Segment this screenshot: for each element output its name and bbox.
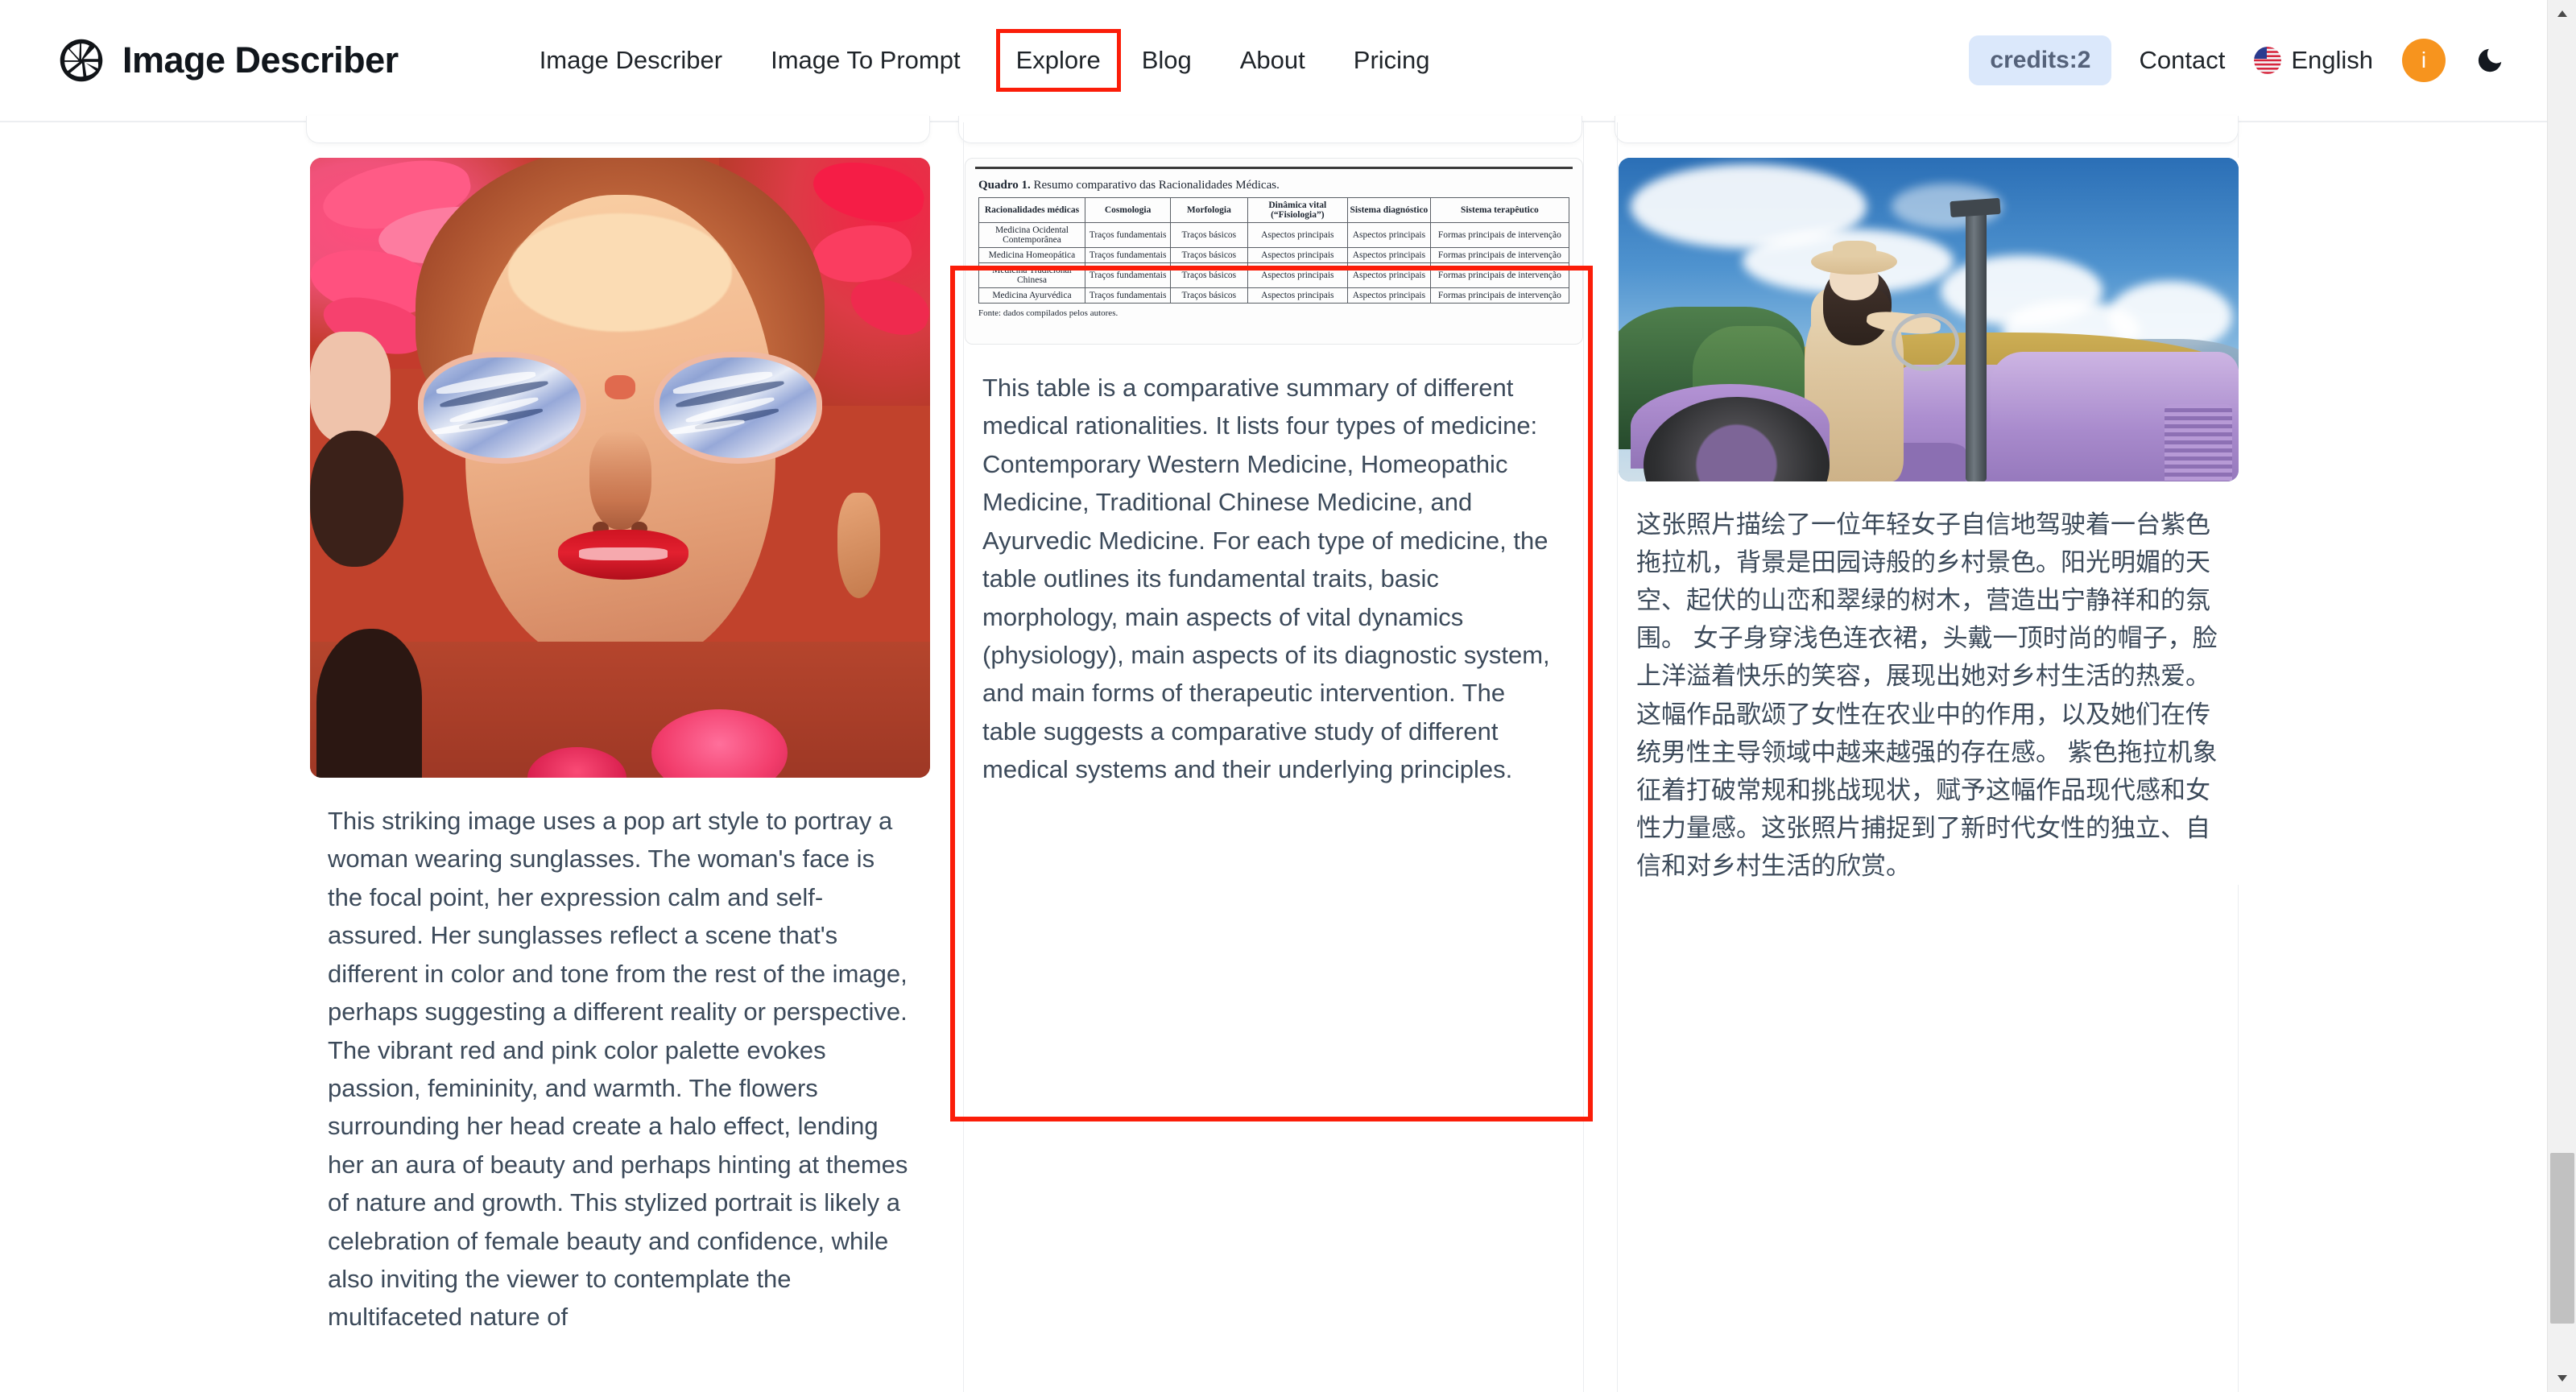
- table-cell: Formas principais de intervenção: [1429, 222, 1570, 248]
- table-cell: Aspectos principais: [1347, 222, 1431, 248]
- table-cell: Traços básicos: [1170, 247, 1248, 263]
- table-row: Medicina Ayurvédica Traços fundamentais …: [978, 287, 1570, 304]
- nav-item-blog[interactable]: Blog: [1142, 41, 1192, 80]
- aperture-icon: [58, 37, 105, 84]
- table-cell: Traços básicos: [1170, 287, 1248, 304]
- table-header-cell: Cosmologia: [1084, 197, 1172, 223]
- table-cell: Traços fundamentais: [1084, 222, 1172, 248]
- chevron-down-icon[interactable]: [2548, 1365, 2576, 1392]
- gallery-card-medical-table[interactable]: Quadro 1. Resumo comparativo das Raciona…: [965, 158, 1583, 789]
- table-cell: Traços fundamentais: [1084, 262, 1172, 288]
- nav-item-about[interactable]: About: [1240, 41, 1305, 80]
- table-cell: Aspectos principais: [1247, 222, 1349, 248]
- table-cell: Formas principais de intervenção: [1429, 262, 1570, 288]
- card-thumbnail-tractor[interactable]: [1619, 158, 2239, 481]
- table-header-cell: Sistema diagnóstico: [1347, 197, 1431, 223]
- chevron-up-icon[interactable]: [2548, 0, 2576, 27]
- column-divider: [963, 122, 964, 1392]
- table-header-row: Racionalidades médicas Cosmologia Morfol…: [978, 197, 1570, 223]
- table-cell: Medicina Ocidental Contemporânea: [978, 222, 1085, 248]
- table-cell: Aspectos principais: [1247, 287, 1349, 304]
- brand-name: Image Describer: [122, 39, 399, 81]
- language-selector[interactable]: English: [2254, 46, 2373, 75]
- table-cell: Formas principais de intervenção: [1429, 247, 1570, 263]
- card-thumbnail-popart[interactable]: [310, 158, 930, 778]
- nav-item-pricing[interactable]: Pricing: [1354, 41, 1430, 80]
- column-divider: [1617, 122, 1618, 1392]
- nav-item-image-describer[interactable]: Image Describer: [540, 41, 722, 80]
- language-label: English: [2291, 46, 2373, 74]
- table-cell: Aspectos principais: [1347, 262, 1431, 288]
- previous-row-card-stub: [958, 116, 1582, 143]
- card-description: This table is a comparative summary of d…: [982, 374, 1550, 784]
- table-cell: Aspectos principais: [1347, 287, 1431, 304]
- table-row: Medicina Tradicional Chinesa Traços fund…: [978, 262, 1570, 288]
- site-header: Image Describer Image Describer Image To…: [0, 0, 2547, 122]
- gallery-card-popart-woman[interactable]: This striking image uses a pop art style…: [310, 158, 930, 1336]
- avatar[interactable]: i: [2402, 39, 2446, 82]
- us-flag-icon: [2254, 47, 2282, 74]
- previous-row-card-stub: [306, 116, 930, 143]
- avatar-initial: i: [2421, 48, 2427, 72]
- page-scrollbar[interactable]: [2547, 0, 2576, 1392]
- card-thumbnail-medical-table[interactable]: Quadro 1. Resumo comparativo das Raciona…: [965, 158, 1583, 345]
- table-row: Medicina Homeopática Traços fundamentais…: [978, 247, 1570, 263]
- table-cell: Traços básicos: [1170, 262, 1248, 288]
- table-cell: Aspectos principais: [1247, 247, 1349, 263]
- previous-row-card-stub: [1615, 116, 2239, 143]
- table-cell: Aspectos principais: [1347, 247, 1431, 263]
- scrollbar-thumb[interactable]: [2550, 1153, 2574, 1324]
- table-cell: Medicina Ayurvédica: [978, 287, 1085, 304]
- table-row: Medicina Ocidental Contemporânea Traços …: [978, 222, 1570, 248]
- moon-icon[interactable]: [2473, 43, 2507, 77]
- table-caption-text: Resumo comparativo das Racionalidades Mé…: [1030, 179, 1280, 192]
- table-header-cell: Racionalidades médicas: [978, 197, 1085, 223]
- explore-gallery-grid: This striking image uses a pop art style…: [0, 116, 2547, 1392]
- table-cell: Formas principais de intervenção: [1429, 287, 1570, 304]
- card-description: This striking image uses a pop art style…: [328, 807, 908, 1332]
- table-cell: Medicina Tradicional Chinesa: [978, 262, 1085, 288]
- header-actions: credits:2 Contact English i: [1969, 35, 2507, 85]
- table-header-cell: Dinâmica vital (“Fisiologia”): [1247, 197, 1349, 223]
- table-header-cell: Sistema terapêutico: [1429, 197, 1570, 223]
- table-header-cell: Morfologia: [1170, 197, 1248, 223]
- table-cell: Medicina Homeopática: [978, 247, 1085, 263]
- credits-badge[interactable]: credits:2: [1969, 35, 2112, 85]
- table-caption-label: Quadro 1.: [978, 179, 1031, 192]
- card-description: 这张照片描绘了一位年轻女子自信地驾驶着一台紫色拖拉机，背景是田园诗般的乡村景色。…: [1636, 510, 2218, 880]
- table-cell: Traços fundamentais: [1084, 287, 1172, 304]
- contact-link[interactable]: Contact: [2139, 46, 2225, 75]
- column-divider: [1583, 122, 1584, 1392]
- brand-logo-link[interactable]: Image Describer: [58, 37, 399, 84]
- table-source-note: Fonte: dados compilados pelos autores.: [978, 308, 1118, 318]
- table-cell: Traços fundamentais: [1084, 247, 1172, 263]
- medical-rationalities-table: Racionalidades médicas Cosmologia Morfol…: [978, 197, 1570, 304]
- gallery-card-tractor-woman[interactable]: 这张照片描绘了一位年轻女子自信地驾驶着一台紫色拖拉机，背景是田园诗般的乡村景色。…: [1619, 158, 2239, 886]
- nav-item-explore[interactable]: Explore: [995, 29, 1121, 92]
- table-cell: Traços básicos: [1170, 222, 1248, 248]
- nav-item-image-to-prompt[interactable]: Image To Prompt: [771, 41, 960, 80]
- main-nav: Image Describer Image To Prompt Explore …: [540, 29, 1430, 92]
- table-cell: Aspectos principais: [1247, 262, 1349, 288]
